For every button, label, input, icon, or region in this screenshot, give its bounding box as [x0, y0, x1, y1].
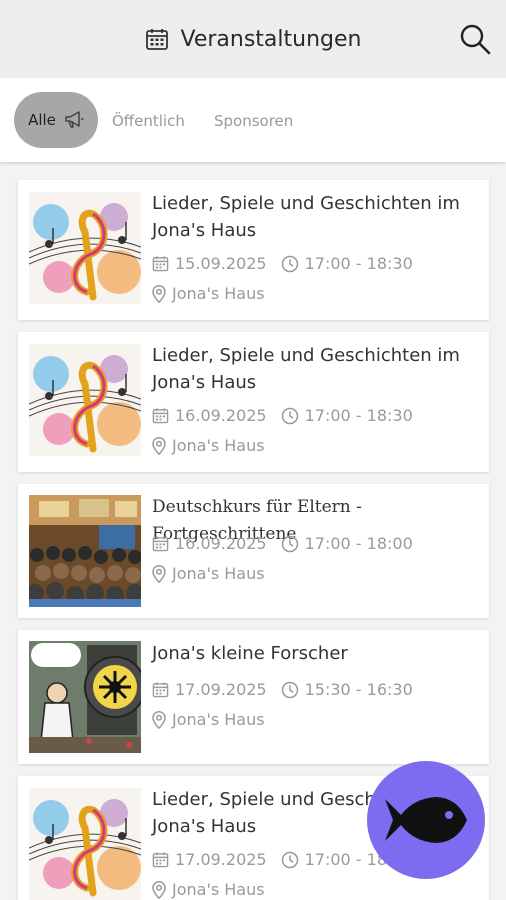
- location-pin-icon: [152, 710, 166, 729]
- clock-icon: [281, 535, 298, 552]
- clock-icon: [281, 681, 298, 698]
- event-location-row: Jona's Haus: [152, 564, 265, 583]
- event-location: Jona's Haus: [172, 436, 265, 455]
- event-date: 16.09.2025: [175, 534, 267, 553]
- filter-chip-oeffentlich[interactable]: Öffentlich: [112, 112, 185, 130]
- event-time: 17:00 - 18:30: [304, 406, 413, 425]
- event-time: 17:00 - 18:00: [304, 534, 413, 553]
- event-date: 17.09.2025: [175, 680, 267, 699]
- fish-fab-button[interactable]: [367, 761, 485, 879]
- calendar-icon: [152, 852, 169, 868]
- fish-icon: [385, 797, 467, 843]
- event-time: 15:30 - 16:30: [304, 680, 413, 699]
- filter-chip-alle[interactable]: Alle: [14, 92, 98, 148]
- app-header: Veranstaltungen: [0, 0, 506, 78]
- event-card[interactable]: Jona's kleine Forscher 17.09.2025 15:30 …: [18, 630, 489, 764]
- event-location-row: Jona's Haus: [152, 710, 265, 729]
- event-time: 17:00 - 18:30: [304, 254, 413, 273]
- event-title: Jona's kleine Forscher: [152, 643, 348, 664]
- calendar-icon: [145, 29, 168, 50]
- event-location: Jona's Haus: [172, 564, 265, 583]
- event-location: Jona's Haus: [172, 880, 265, 899]
- clock-icon: [281, 407, 298, 424]
- event-date: 15.09.2025: [175, 254, 267, 273]
- filter-chip-sponsoren[interactable]: Sponsoren: [214, 112, 293, 130]
- event-image: [29, 495, 141, 607]
- event-location-row: Jona's Haus: [152, 880, 265, 899]
- event-meta: 17.09.2025 17:00 - 18:30: [152, 850, 413, 869]
- event-card[interactable]: Deutschkurs für Eltern - Fortgeschritten…: [18, 484, 489, 618]
- event-location-row: Jona's Haus: [152, 284, 265, 303]
- megaphone-icon: [65, 111, 84, 128]
- clock-icon: [281, 255, 298, 272]
- event-card[interactable]: Lieder, Spiele und Geschichten im Jona's…: [18, 332, 489, 472]
- calendar-icon: [152, 256, 169, 272]
- event-location-row: Jona's Haus: [152, 436, 265, 455]
- event-image: [29, 788, 141, 900]
- search-icon[interactable]: [458, 22, 492, 56]
- event-image: [29, 344, 141, 456]
- event-meta: 16.09.2025 17:00 - 18:00: [152, 534, 413, 553]
- page-title: Veranstaltungen: [180, 26, 362, 52]
- calendar-icon: [152, 682, 169, 698]
- event-meta: 16.09.2025 17:00 - 18:30: [152, 406, 413, 425]
- event-card[interactable]: Lieder, Spiele und Geschichten im Jona's…: [18, 180, 489, 320]
- event-title: Lieder, Spiele und Geschichten im Jona's…: [152, 193, 460, 241]
- location-pin-icon: [152, 880, 166, 899]
- event-location: Jona's Haus: [172, 710, 265, 729]
- event-title: Lieder, Spiele und Geschichten im Jona's…: [152, 345, 460, 393]
- event-meta: 15.09.2025 17:00 - 18:30: [152, 254, 413, 273]
- event-meta: 17.09.2025 15:30 - 16:30: [152, 680, 413, 699]
- clock-icon: [281, 851, 298, 868]
- location-pin-icon: [152, 564, 166, 583]
- event-location: Jona's Haus: [172, 284, 265, 303]
- filter-bar: Alle Öffentlich Sponsoren: [0, 78, 506, 162]
- calendar-icon: [152, 408, 169, 424]
- location-pin-icon: [152, 436, 166, 455]
- event-date: 17.09.2025: [175, 850, 267, 869]
- filter-chip-label: Alle: [28, 111, 56, 129]
- location-pin-icon: [152, 284, 166, 303]
- event-image: [29, 192, 141, 304]
- event-image: [29, 641, 141, 753]
- event-date: 16.09.2025: [175, 406, 267, 425]
- calendar-icon: [152, 536, 169, 552]
